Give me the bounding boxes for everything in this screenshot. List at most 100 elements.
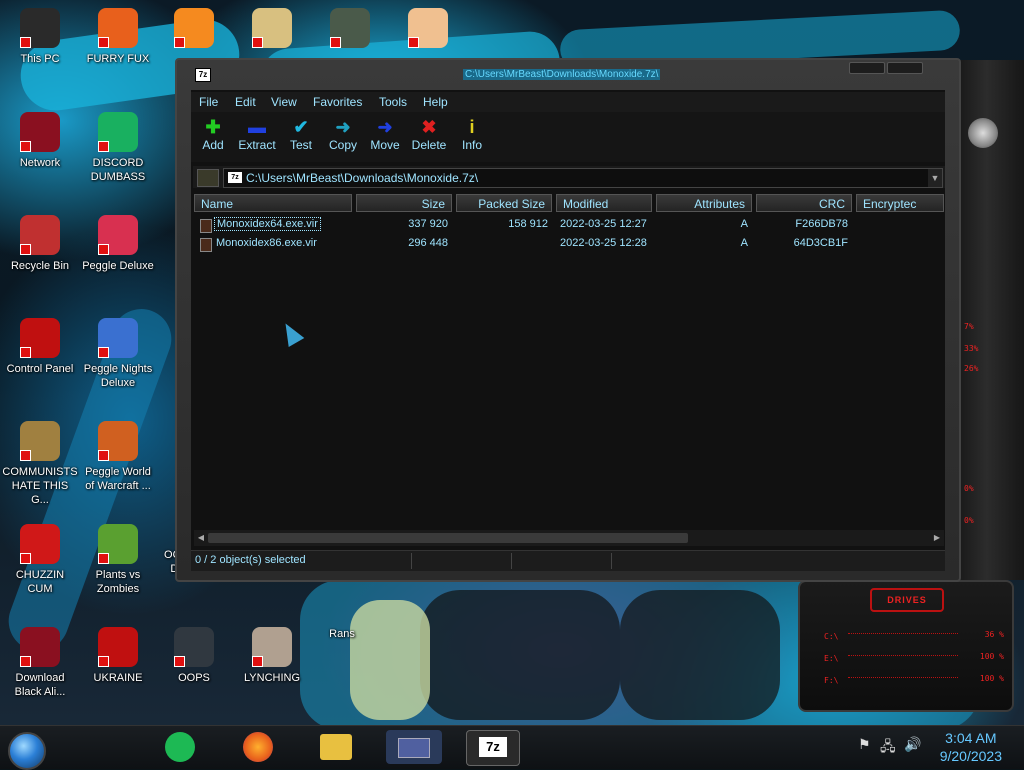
shortcut-badge-icon: [330, 37, 341, 48]
desktop-icon[interactable]: Peggle Deluxe: [80, 215, 156, 273]
scroll-right-icon[interactable]: ▶: [931, 532, 943, 544]
menu-file[interactable]: File: [199, 95, 218, 109]
desktop-icon[interactable]: Control Panel: [2, 318, 78, 376]
flag-icon[interactable]: ⚑: [858, 736, 871, 753]
desktop-icon[interactable]: DISCORD DUMBASS: [80, 112, 156, 184]
cpu-percent: 7%: [964, 322, 974, 331]
desktop-icon[interactable]: Plants vs Zombies: [80, 524, 156, 596]
extract-button[interactable]: ▬ Extract: [235, 116, 279, 152]
desktop-icon-label: This PC: [20, 53, 60, 65]
desktop-icon[interactable]: UKRAINE: [80, 627, 156, 685]
alien-head-icon: [968, 118, 998, 148]
taskbar-7zip[interactable]: 7z: [466, 730, 520, 766]
money-bag-icon: [20, 421, 60, 461]
add-button[interactable]: ✚ Add: [199, 116, 227, 152]
discord-icon: [98, 112, 138, 152]
column-crc[interactable]: CRC: [756, 194, 852, 212]
desktop-icon[interactable]: OOPS: [156, 627, 232, 685]
shortcut-badge-icon: [98, 141, 109, 152]
add-icon: ✚: [205, 117, 221, 137]
chevron-down-icon[interactable]: ▼: [928, 169, 942, 187]
desktop-icon[interactable]: Download Black Ali...: [2, 627, 78, 699]
window-title-bar[interactable]: 7z C:\Users\MrBeast\Downloads\Monoxide.7…: [177, 60, 959, 88]
desktop-icon[interactable]: [156, 8, 232, 52]
address-field[interactable]: 7z C:\Users\MrBeast\Downloads\Monoxide.7…: [223, 168, 943, 188]
menu-tools[interactable]: Tools: [379, 95, 407, 109]
clock[interactable]: 3:04 AM 9/20/2023: [940, 729, 1002, 765]
menu-edit[interactable]: Edit: [235, 95, 256, 109]
delete-button[interactable]: ✖ Delete: [409, 116, 449, 152]
info-button[interactable]: i Info: [459, 116, 485, 152]
desktop-icon[interactable]: This PC: [2, 8, 78, 66]
move-button[interactable]: ➜ Move: [367, 116, 403, 152]
horizontal-scrollbar[interactable]: ◀ ▶: [194, 530, 944, 546]
desktop-icon[interactable]: Network: [2, 112, 78, 170]
desktop-icon-label: FURRY FUX: [86, 53, 150, 65]
radiation-icon: [98, 627, 138, 667]
column-modified[interactable]: Modified: [556, 194, 652, 212]
firefox-icon: [98, 8, 138, 48]
minimize-button[interactable]: [849, 62, 885, 74]
desktop-icon-label: OOPS: [178, 672, 210, 684]
7zip-icon: 7z: [479, 737, 507, 757]
peggle-nights-icon: [98, 318, 138, 358]
file-row[interactable]: Monoxidex64.exe.vir 337 920 158 912 2022…: [194, 216, 944, 234]
menu-help[interactable]: Help: [423, 95, 448, 109]
desktop-icon[interactable]: [390, 8, 466, 52]
taskbar-control-panel[interactable]: [386, 730, 442, 764]
drives-gadget: DRIVES C:\ 36 % E:\ 100 % F:\ 100 %: [798, 580, 1014, 712]
network-tray-icon[interactable]: 🖧: [880, 736, 896, 760]
desktop-icon-label: UKRAINE: [93, 672, 143, 684]
test-button[interactable]: ✔ Test: [285, 116, 317, 152]
desktop-icon[interactable]: LYNCHING: [234, 627, 310, 685]
start-button[interactable]: [8, 732, 46, 770]
column-packed-size[interactable]: Packed Size: [456, 194, 552, 212]
network-icon: [20, 112, 60, 152]
desktop-icon[interactable]: FURRY FUX: [80, 8, 156, 66]
folder-up-icon[interactable]: [197, 169, 219, 187]
desktop-icon[interactable]: Peggle Nights Deluxe: [80, 318, 156, 390]
scroll-left-icon[interactable]: ◀: [195, 532, 207, 544]
control-panel-icon: [398, 738, 430, 758]
shortcut-badge-icon: [20, 347, 31, 358]
desktop-icon-label: Download Black Ali...: [14, 672, 66, 698]
desktop-icon[interactable]: [312, 8, 388, 52]
menu-favorites[interactable]: Favorites: [313, 95, 362, 109]
menu-view[interactable]: View: [271, 95, 297, 109]
shortcut-badge-icon: [20, 141, 31, 152]
scrollbar-thumb[interactable]: [208, 533, 688, 543]
desktop-icon[interactable]: [234, 8, 310, 52]
file-list: Name Size Packed Size Modified Attribute…: [194, 194, 944, 550]
taskbar-firefox[interactable]: [238, 730, 278, 764]
column-attributes[interactable]: Attributes: [656, 194, 752, 212]
desktop-icon-label: CHUZZIN CUM: [15, 569, 65, 595]
firefox-icon: [243, 732, 273, 762]
column-name[interactable]: Name: [194, 194, 352, 212]
desktop-icon-label: LYNCHING: [243, 672, 301, 684]
desktop-icon[interactable]: Recycle Bin: [2, 215, 78, 273]
shortcut-badge-icon: [174, 656, 185, 667]
copy-button[interactable]: ➜ Copy: [325, 116, 361, 152]
taskbar-spotify[interactable]: [160, 730, 200, 764]
desktop-icon[interactable]: COMMUNISTS HATE THIS G...: [2, 421, 78, 507]
file-icon: [200, 238, 212, 252]
hxd-icon: [252, 8, 292, 48]
taskbar-file-explorer[interactable]: [316, 730, 356, 764]
shortcut-badge-icon: [98, 37, 109, 48]
alien-red-icon: [20, 627, 60, 667]
drive-row: C:\ 36 %: [824, 630, 1004, 641]
volume-icon[interactable]: 🔊: [904, 736, 921, 753]
column-size[interactable]: Size: [356, 194, 452, 212]
desktop-icon[interactable]: CHUZZIN CUM: [2, 524, 78, 596]
desktop-icon[interactable]: Peggle World of Warcraft ...: [80, 421, 156, 493]
desktop-icon[interactable]: Rans: [304, 627, 380, 641]
taskbar: 7z ⚑ 🖧 🔊 3:04 AM 9/20/2023: [0, 725, 1024, 770]
shortcut-badge-icon: [98, 347, 109, 358]
window-title: C:\Users\MrBeast\Downloads\Monoxide.7z\: [463, 69, 661, 80]
shortcut-badge-icon: [20, 244, 31, 255]
maximize-button[interactable]: [887, 62, 923, 74]
shortcut-badge-icon: [98, 450, 109, 461]
column-encrypted[interactable]: Encryptec: [856, 194, 944, 212]
file-row[interactable]: Monoxidex86.exe.vir 296 448 2022-03-25 1…: [194, 235, 944, 253]
delete-icon: ✖: [421, 117, 437, 137]
